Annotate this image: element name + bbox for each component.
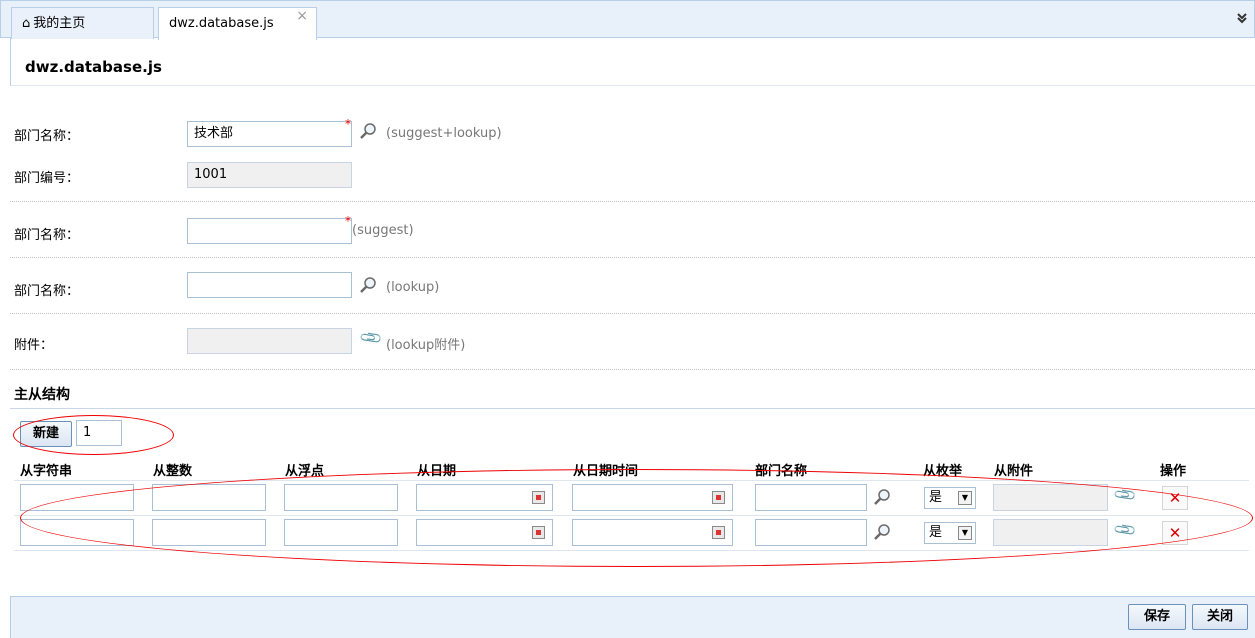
dept-name-label-2: 部门名称：: [14, 228, 80, 243]
dept-code-field[interactable]: 1001: [187, 162, 352, 188]
section-divider: [10, 408, 1255, 409]
hint-suggest: (suggest): [352, 223, 414, 238]
home-icon: ⌂: [22, 16, 31, 31]
hint-lookup-attachment: (lookup附件): [386, 338, 466, 353]
dept-name-lookup-input[interactable]: [187, 272, 352, 298]
dept-name-label-1: 部门名称：: [14, 129, 80, 144]
attachment-field[interactable]: [187, 328, 352, 354]
panel-header: dwz.database.js: [10, 38, 1255, 86]
required-marker: *: [345, 214, 351, 228]
tab-close-icon[interactable]: ×: [296, 0, 308, 32]
hint-lookup: (lookup): [386, 280, 440, 295]
dept-name-label-3: 部门名称：: [14, 284, 80, 299]
paperclip-icon[interactable]: 📎: [358, 325, 384, 351]
annotation-oval-new-button: [13, 415, 174, 455]
dept-code-label: 部门编号：: [14, 171, 80, 186]
page-title: dwz.database.js: [25, 58, 162, 76]
divider: [10, 369, 1255, 370]
col-header-integer: 从整数: [153, 464, 193, 479]
attachment-label: 附件：: [14, 338, 54, 353]
col-header-attachment: 从附件: [994, 464, 1034, 479]
tab-bar: ⌂ 我的主页 dwz.database.js ×: [0, 0, 1255, 40]
lookup-search-icon[interactable]: [359, 122, 377, 140]
lookup-search-icon[interactable]: [359, 276, 377, 294]
tab-home[interactable]: ⌂ 我的主页: [11, 7, 154, 39]
tab-list-expand-icon[interactable]: [1234, 11, 1250, 29]
col-header-action: 操作: [1160, 464, 1187, 479]
tab-active-label: dwz.database.js: [169, 16, 274, 31]
col-header-string: 从字符串: [20, 464, 73, 479]
hint-suggest-lookup: (suggest+lookup): [386, 126, 502, 141]
required-marker: *: [345, 117, 351, 131]
tab-home-label: 我的主页: [33, 16, 86, 31]
save-button[interactable]: 保存: [1128, 604, 1186, 630]
dept-name-suggest-lookup-input[interactable]: 技术部: [187, 121, 352, 147]
close-button[interactable]: 关闭: [1192, 604, 1248, 630]
footer-bar: [10, 596, 1255, 638]
section-title-master-detail: 主从结构: [14, 387, 70, 403]
divider: [10, 257, 1255, 258]
divider: [10, 201, 1255, 202]
dept-name-suggest-input[interactable]: [187, 218, 352, 244]
tab-dwz-database[interactable]: dwz.database.js ×: [158, 7, 317, 40]
divider: [10, 313, 1255, 314]
double-chevron-down-icon: [1237, 13, 1247, 24]
annotation-oval-detail-rows: [20, 469, 1253, 567]
